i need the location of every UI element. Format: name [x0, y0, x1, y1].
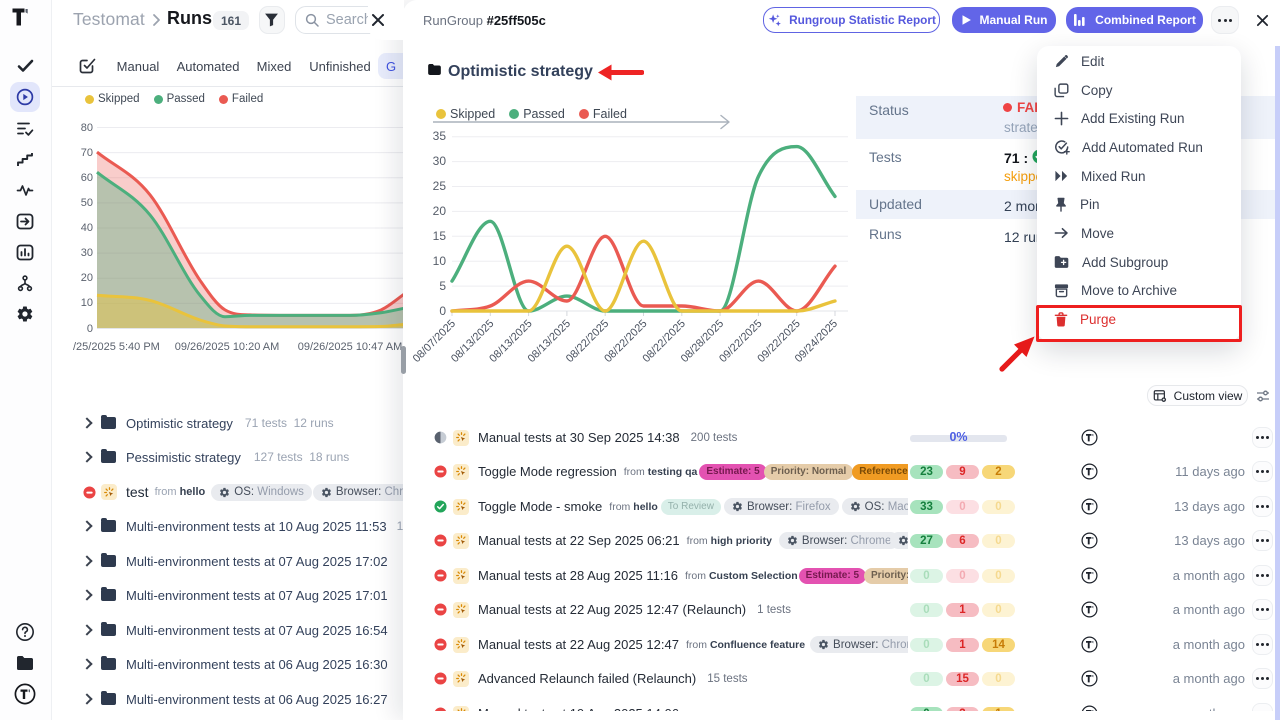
- svg-text:5: 5: [439, 279, 446, 293]
- svg-text:0: 0: [439, 304, 446, 318]
- svg-text:09/26/2025 10:20 AM: 09/26/2025 10:20 AM: [175, 341, 280, 353]
- svg-text:60: 60: [81, 172, 93, 184]
- svg-text:35: 35: [433, 129, 447, 143]
- svg-text:20: 20: [433, 204, 447, 218]
- svg-text:25: 25: [433, 179, 447, 193]
- svg-text:20: 20: [81, 272, 93, 284]
- svg-text:30: 30: [433, 154, 447, 168]
- svg-text:10: 10: [81, 297, 93, 309]
- svg-text:80: 80: [81, 122, 93, 134]
- svg-text:0: 0: [87, 323, 93, 335]
- svg-text:30: 30: [81, 247, 93, 259]
- svg-text:09/26/2025 10:47 AM: 09/26/2025 10:47 AM: [298, 341, 403, 353]
- svg-text:50: 50: [81, 197, 93, 209]
- svg-text:40: 40: [81, 222, 93, 234]
- svg-text:15: 15: [433, 229, 447, 243]
- svg-text:70: 70: [81, 147, 93, 159]
- svg-text:10: 10: [433, 254, 447, 268]
- svg-text:/25/2025 5:40 PM: /25/2025 5:40 PM: [73, 341, 160, 353]
